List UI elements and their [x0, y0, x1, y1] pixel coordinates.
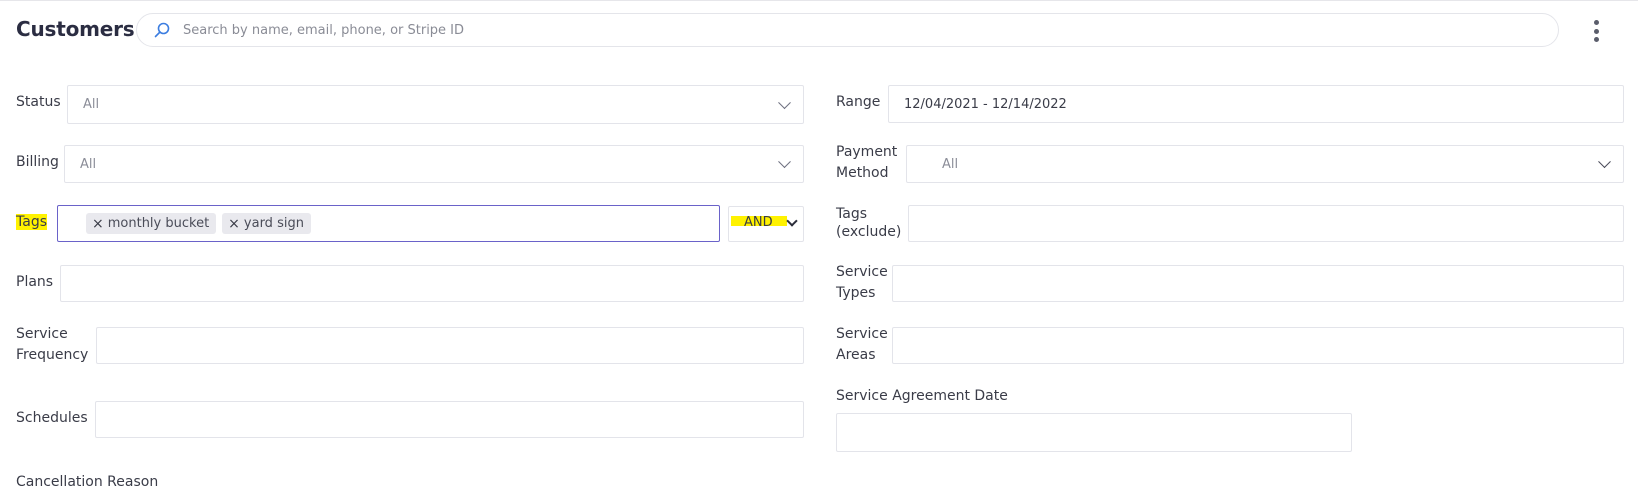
- tags-exclude-input[interactable]: [908, 205, 1624, 242]
- billing-value: All: [80, 156, 97, 172]
- service-types-input[interactable]: [892, 265, 1624, 302]
- status-select[interactable]: All: [67, 85, 804, 124]
- status-value: All: [83, 97, 100, 112]
- service-types-label-1: Service: [836, 264, 888, 280]
- tag-chip: × yard sign: [222, 213, 311, 234]
- service-frequency-input[interactable]: [96, 327, 804, 364]
- payment-method-label-1: Payment: [836, 144, 898, 160]
- service-areas-label-1: Service: [836, 326, 888, 342]
- search-input[interactable]: [181, 21, 1485, 39]
- tags-multiselect[interactable]: × monthly bucket × yard sign: [57, 205, 720, 242]
- chevron-down-icon: [1598, 155, 1611, 169]
- service-agreement-date-label: Service Agreement Date: [836, 388, 1008, 404]
- more-options-icon[interactable]: [1588, 20, 1604, 42]
- schedules-input[interactable]: [95, 401, 804, 438]
- service-areas-label-2: Areas: [836, 347, 876, 363]
- payment-method-label-2: Method: [836, 165, 889, 181]
- payment-method-select[interactable]: All: [906, 145, 1624, 183]
- search-icon: [151, 19, 173, 41]
- schedules-label: Schedules: [16, 410, 88, 426]
- tag-chip: × monthly bucket: [86, 213, 217, 234]
- status-label: Status: [16, 94, 61, 110]
- service-areas-input[interactable]: [892, 327, 1624, 364]
- plans-label: Plans: [16, 274, 54, 290]
- payment-method-value: All: [942, 156, 959, 172]
- service-frequency-label-2: Frequency: [16, 347, 89, 363]
- range-input[interactable]: 12/04/2021 - 12/14/2022: [888, 85, 1624, 123]
- chevron-down-icon: [778, 95, 791, 109]
- billing-label: Billing: [16, 154, 59, 170]
- service-agreement-date-input[interactable]: [836, 413, 1352, 452]
- chevron-down-icon: [778, 155, 791, 169]
- remove-tag-icon[interactable]: ×: [228, 216, 240, 232]
- remove-tag-icon[interactable]: ×: [92, 216, 104, 232]
- service-frequency-label-1: Service: [16, 326, 68, 342]
- top-divider: [0, 0, 1638, 1]
- tags-label: Tags: [16, 214, 47, 230]
- tags-exclude-label-2: (exclude): [836, 224, 902, 240]
- range-label: Range: [836, 94, 881, 110]
- search-bar[interactable]: [136, 13, 1559, 47]
- range-value: 12/04/2021 - 12/14/2022: [904, 96, 1067, 112]
- page-title: Customers: [16, 17, 135, 41]
- billing-select[interactable]: All: [64, 145, 804, 183]
- service-types-label-2: Types: [836, 285, 876, 301]
- plans-input[interactable]: [60, 265, 804, 302]
- tags-operator-value: AND: [744, 215, 773, 230]
